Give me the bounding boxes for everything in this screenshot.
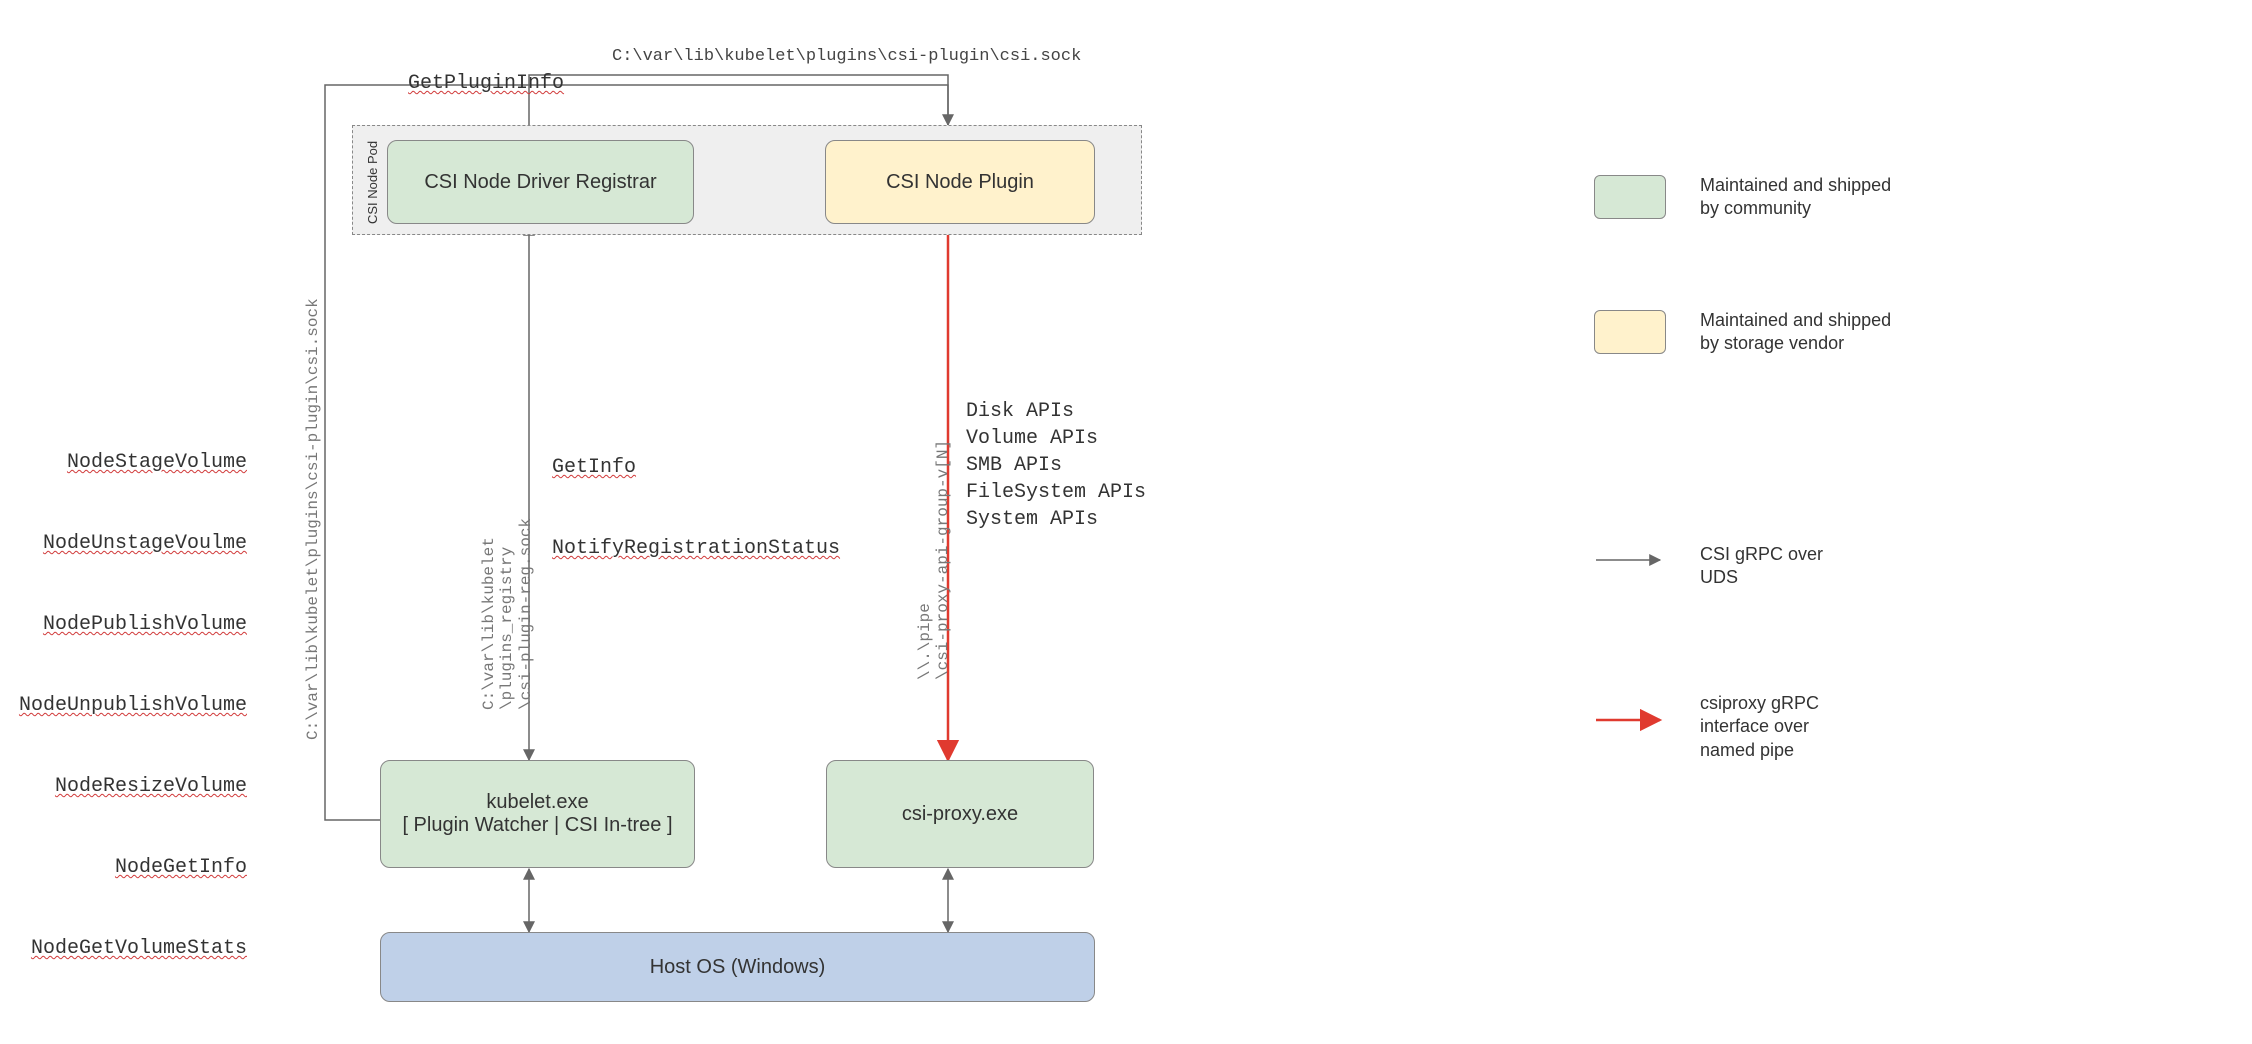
plugins-registry-path: C:\var\lib\kubelet \plugins_registry \cs…	[480, 518, 535, 710]
host-os-text: Host OS (Windows)	[650, 956, 826, 979]
csi-proxy-box: csi-proxy.exe	[826, 760, 1094, 868]
csi-node-plugin: CSI Node Plugin	[825, 140, 1095, 224]
kubelet-line1: kubelet.exe	[486, 791, 588, 814]
csi-proxy-api-list: Disk APIs Volume APIs SMB APIs FileSyste…	[966, 398, 1146, 533]
legend-text-csi-grpc: CSI gRPC over UDS	[1700, 543, 1823, 590]
kubelet-line2: [ Plugin Watcher | CSI In-tree ]	[402, 814, 672, 837]
registrar-text: CSI Node Driver Registrar	[424, 171, 656, 194]
csi-proxy-text: csi-proxy.exe	[902, 803, 1018, 826]
csi-node-driver-registrar: CSI Node Driver Registrar	[387, 140, 694, 224]
left-sock-path-vertical: C:\var\lib\kubelet\plugins\csi-plugin\cs…	[304, 298, 322, 740]
legend-text-vendor: Maintained and shipped by storage vendor	[1700, 309, 1891, 356]
legend-swatch-community	[1594, 175, 1666, 219]
node-api-list: NodeStageVolume NodeUnstageVoulme NodePu…	[12, 395, 247, 1016]
diagram-canvas: GetPluginInfo C:\var\lib\kubelet\plugins…	[0, 0, 2252, 1044]
kubelet-box: kubelet.exe [ Plugin Watcher | CSI In-tr…	[380, 760, 695, 868]
label-get-plugin-info: GetPluginInfo	[360, 43, 564, 124]
csi-node-pod-label: CSI Node Pod	[365, 141, 380, 224]
legend-text-community: Maintained and shipped by community	[1700, 174, 1891, 221]
getinfo-notify-labels: GetInfo NotifyRegistrationStatus	[552, 400, 840, 616]
host-os-box: Host OS (Windows)	[380, 932, 1095, 1002]
legend-swatch-vendor	[1594, 310, 1666, 354]
plugin-text: CSI Node Plugin	[886, 171, 1034, 194]
label-csi-sock-path-top: C:\var\lib\kubelet\plugins\csi-plugin\cs…	[612, 46, 1081, 69]
named-pipe-path: \\.\pipe \csi-proxy-api-group-v[N]	[916, 440, 953, 680]
legend-text-csiproxy-grpc: csiproxy gRPC interface over named pipe	[1700, 692, 1819, 762]
